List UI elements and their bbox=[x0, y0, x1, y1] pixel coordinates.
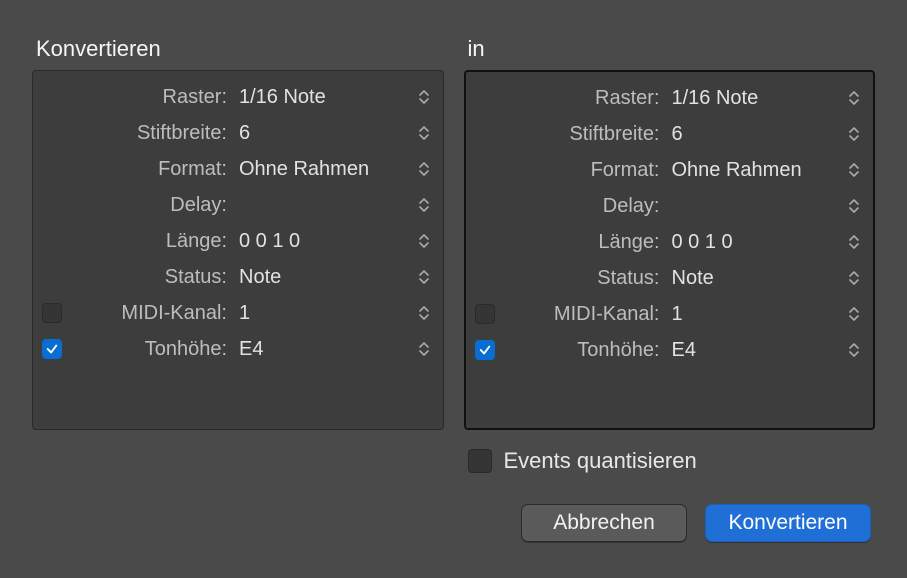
right-row: Tonhöhe: E4 bbox=[466, 332, 874, 368]
stepper-icon[interactable] bbox=[415, 197, 433, 213]
convert-to-panel: Raster: 1/16 Note Stiftbreite: 6 Format: Ohne… bbox=[464, 70, 876, 430]
checkbox-slot bbox=[472, 340, 498, 360]
left-row-value[interactable]: 6 bbox=[237, 122, 405, 145]
convert-from-panel: Raster: 1/16 Note Stiftbreite: 6 Format: Ohne… bbox=[32, 70, 444, 430]
right-row: Raster: 1/16 Note bbox=[466, 80, 874, 116]
left-row-label: Format: bbox=[75, 158, 227, 181]
checkbox-slot bbox=[39, 303, 65, 323]
right-row-label: Format: bbox=[508, 159, 660, 182]
left-row-label: Raster: bbox=[75, 86, 227, 109]
left-row: Format: Ohne Rahmen bbox=[33, 151, 443, 187]
left-row-checkbox[interactable] bbox=[42, 339, 62, 359]
left-row-value[interactable]: Ohne Rahmen bbox=[237, 158, 405, 181]
left-row-value[interactable]: 0 0 1 0 bbox=[237, 230, 405, 253]
left-row-label: Tonhöhe: bbox=[75, 338, 227, 361]
quantize-label: Events quantisieren bbox=[504, 448, 697, 474]
quantize-checkbox[interactable] bbox=[468, 449, 492, 473]
stepper-icon[interactable] bbox=[415, 305, 433, 321]
stepper-icon[interactable] bbox=[845, 198, 863, 214]
stepper-icon[interactable] bbox=[415, 233, 433, 249]
stepper-icon[interactable] bbox=[415, 161, 433, 177]
left-row: Länge: 0 0 1 0 bbox=[33, 223, 443, 259]
right-row-value[interactable]: 0 0 1 0 bbox=[670, 231, 836, 254]
left-row-value[interactable]: E4 bbox=[237, 338, 405, 361]
left-row: Delay: bbox=[33, 187, 443, 223]
checkbox-slot bbox=[39, 339, 65, 359]
left-row: Stiftbreite: 6 bbox=[33, 115, 443, 151]
convert-button[interactable]: Konvertieren bbox=[705, 504, 871, 542]
stepper-icon[interactable] bbox=[845, 234, 863, 250]
convert-to-column: in Raster: 1/16 Note Stiftbreite: 6 Format: O… bbox=[464, 36, 876, 542]
left-row-label: Delay: bbox=[75, 194, 227, 217]
right-row-label: Länge: bbox=[508, 231, 660, 254]
stepper-icon[interactable] bbox=[845, 270, 863, 286]
right-row-value[interactable]: Note bbox=[670, 267, 836, 290]
left-row: MIDI-Kanal: 1 bbox=[33, 295, 443, 331]
left-row: Tonhöhe: E4 bbox=[33, 331, 443, 367]
left-row-label: MIDI-Kanal: bbox=[75, 302, 227, 325]
left-row: Raster: 1/16 Note bbox=[33, 79, 443, 115]
right-row-value[interactable]: 1 bbox=[670, 303, 836, 326]
stepper-icon[interactable] bbox=[415, 341, 433, 357]
checkbox-slot bbox=[472, 304, 498, 324]
right-row-label: Stiftbreite: bbox=[508, 123, 660, 146]
right-row: MIDI-Kanal: 1 bbox=[466, 296, 874, 332]
right-row-label: MIDI-Kanal: bbox=[508, 303, 660, 326]
left-row-value[interactable]: 1 bbox=[237, 302, 405, 325]
stepper-icon[interactable] bbox=[845, 90, 863, 106]
cancel-button[interactable]: Abbrechen bbox=[521, 504, 687, 542]
right-row-value[interactable]: 1/16 Note bbox=[670, 87, 836, 110]
convert-to-title: in bbox=[464, 36, 876, 62]
convert-from-column: Konvertieren Raster: 1/16 Note Stiftbreite… bbox=[32, 36, 444, 542]
left-row-label: Länge: bbox=[75, 230, 227, 253]
convert-from-title: Konvertieren bbox=[32, 36, 444, 62]
right-row-checkbox[interactable] bbox=[475, 340, 495, 360]
quantize-row: Events quantisieren bbox=[464, 448, 876, 474]
right-row-label: Raster: bbox=[508, 87, 660, 110]
stepper-icon[interactable] bbox=[845, 306, 863, 322]
left-row-value[interactable]: 1/16 Note bbox=[237, 86, 405, 109]
right-row-label: Delay: bbox=[508, 195, 660, 218]
left-row-label: Stiftbreite: bbox=[75, 122, 227, 145]
left-row-checkbox[interactable] bbox=[42, 303, 62, 323]
left-row-label: Status: bbox=[75, 266, 227, 289]
right-row-value[interactable]: Ohne Rahmen bbox=[670, 159, 836, 182]
stepper-icon[interactable] bbox=[415, 125, 433, 141]
right-row: Stiftbreite: 6 bbox=[466, 116, 874, 152]
right-row: Format: Ohne Rahmen bbox=[466, 152, 874, 188]
right-row-label: Tonhöhe: bbox=[508, 339, 660, 362]
right-row-value[interactable]: E4 bbox=[670, 339, 836, 362]
right-row-value[interactable]: 6 bbox=[670, 123, 836, 146]
right-row-label: Status: bbox=[508, 267, 660, 290]
right-row: Länge: 0 0 1 0 bbox=[466, 224, 874, 260]
right-row: Delay: bbox=[466, 188, 874, 224]
left-row-value[interactable]: Note bbox=[237, 266, 405, 289]
stepper-icon[interactable] bbox=[845, 162, 863, 178]
left-row: Status: Note bbox=[33, 259, 443, 295]
stepper-icon[interactable] bbox=[845, 342, 863, 358]
right-row-checkbox[interactable] bbox=[475, 304, 495, 324]
stepper-icon[interactable] bbox=[415, 269, 433, 285]
stepper-icon[interactable] bbox=[415, 89, 433, 105]
stepper-icon[interactable] bbox=[845, 126, 863, 142]
right-row: Status: Note bbox=[466, 260, 874, 296]
